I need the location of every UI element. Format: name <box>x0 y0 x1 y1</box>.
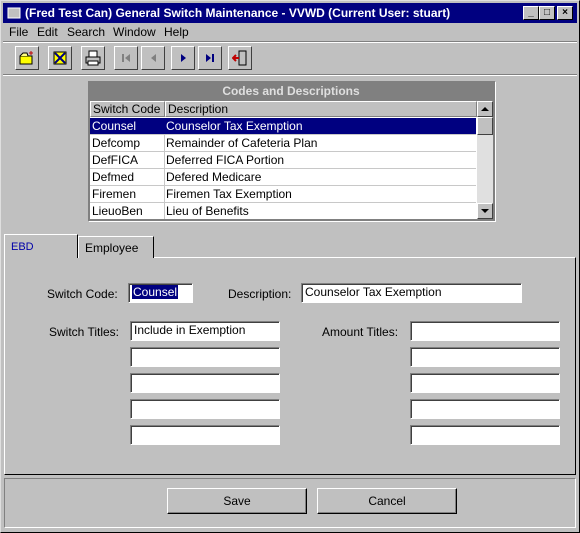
new-button[interactable] <box>15 46 39 70</box>
first-record-button[interactable] <box>114 46 138 70</box>
next-icon <box>181 54 186 62</box>
codes-list-panel: Codes and Descriptions Switch Code Descr… <box>88 81 496 222</box>
switch-title-field-3[interactable] <box>130 373 280 393</box>
button-bar: Save Cancel <box>4 478 576 528</box>
prev-record-button[interactable] <box>141 46 165 70</box>
toolbar <box>3 43 577 73</box>
scroll-thumb[interactable] <box>477 117 493 135</box>
switch-title-field-4[interactable] <box>130 399 280 419</box>
save-button[interactable]: Save <box>167 488 307 514</box>
delete-icon <box>53 51 67 65</box>
exit-button[interactable] <box>228 46 252 70</box>
column-header-switch-code[interactable]: Switch Code <box>90 101 165 117</box>
close-button[interactable]: × <box>557 6 573 20</box>
codes-list-scrollbar[interactable] <box>477 101 493 219</box>
codes-list[interactable]: Switch Code Description Counsel Counselo… <box>90 101 493 219</box>
delete-button[interactable] <box>48 46 72 70</box>
main-window: (Fred Test Can) General Switch Maintenan… <box>0 0 580 533</box>
table-row[interactable]: Counsel Counselor Tax Exemption <box>90 118 476 135</box>
next-record-button[interactable] <box>171 46 195 70</box>
print-button[interactable] <box>81 46 105 70</box>
switch-title-field-5[interactable] <box>130 425 280 445</box>
column-header-description[interactable]: Description <box>165 101 477 117</box>
amount-title-field-3[interactable] <box>410 373 560 393</box>
menu-help[interactable]: Help <box>164 25 189 39</box>
menu-window[interactable]: Window <box>113 25 156 39</box>
table-row[interactable]: Firemen Firemen Tax Exemption <box>90 186 476 203</box>
print-icon <box>85 50 101 66</box>
tab-ebd[interactable]: EBD <box>4 234 78 258</box>
switch-title-field-2[interactable] <box>130 347 280 367</box>
scroll-down-button[interactable] <box>477 203 493 219</box>
table-row[interactable]: LieuoBen Lieu of Benefits <box>90 203 476 219</box>
title-bar[interactable]: (Fred Test Can) General Switch Maintenan… <box>3 3 577 23</box>
arrow-down-icon <box>481 209 489 213</box>
menu-search[interactable]: Search <box>67 25 105 39</box>
last-icon <box>206 54 214 62</box>
description-field[interactable]: Counselor Tax Exemption <box>301 283 522 303</box>
arrow-up-icon <box>481 107 489 111</box>
maximize-button[interactable]: □ <box>539 6 555 20</box>
switch-code-field[interactable]: Counsel <box>128 283 193 303</box>
amount-title-field-1[interactable] <box>410 321 560 341</box>
prev-icon <box>151 54 156 62</box>
table-row[interactable]: DefFICA Deferred FICA Portion <box>90 152 476 169</box>
menu-file[interactable]: File <box>9 25 28 39</box>
amount-title-field-5[interactable] <box>410 425 560 445</box>
amount-title-field-2[interactable] <box>410 347 560 367</box>
menu-bar: File Edit Search Window Help <box>3 23 577 41</box>
minimize-button[interactable]: _ <box>523 6 539 20</box>
table-row[interactable]: Defmed Defered Medicare <box>90 169 476 186</box>
cancel-button[interactable]: Cancel <box>317 488 457 514</box>
switch-code-label: Switch Code: <box>47 287 118 301</box>
last-record-button[interactable] <box>198 46 222 70</box>
codes-list-title: Codes and Descriptions <box>89 82 493 100</box>
new-icon <box>19 51 33 65</box>
table-row[interactable]: Defcomp Remainder of Cafeteria Plan <box>90 135 476 152</box>
switch-title-field-1[interactable]: Include in Exemption <box>130 321 280 341</box>
tab-employee[interactable]: Employee <box>78 236 154 258</box>
window-title: (Fred Test Can) General Switch Maintenan… <box>25 6 451 20</box>
scroll-up-button[interactable] <box>477 101 493 117</box>
first-icon <box>122 54 130 62</box>
exit-icon <box>232 50 247 66</box>
app-icon <box>7 7 21 19</box>
description-label: Description: <box>228 287 292 301</box>
menu-edit[interactable]: Edit <box>37 25 58 39</box>
toolbar-separator <box>3 74 577 76</box>
amount-title-field-4[interactable] <box>410 399 560 419</box>
amount-titles-label: Amount Titles: <box>322 325 399 339</box>
switch-titles-label: Switch Titles: <box>49 325 120 339</box>
